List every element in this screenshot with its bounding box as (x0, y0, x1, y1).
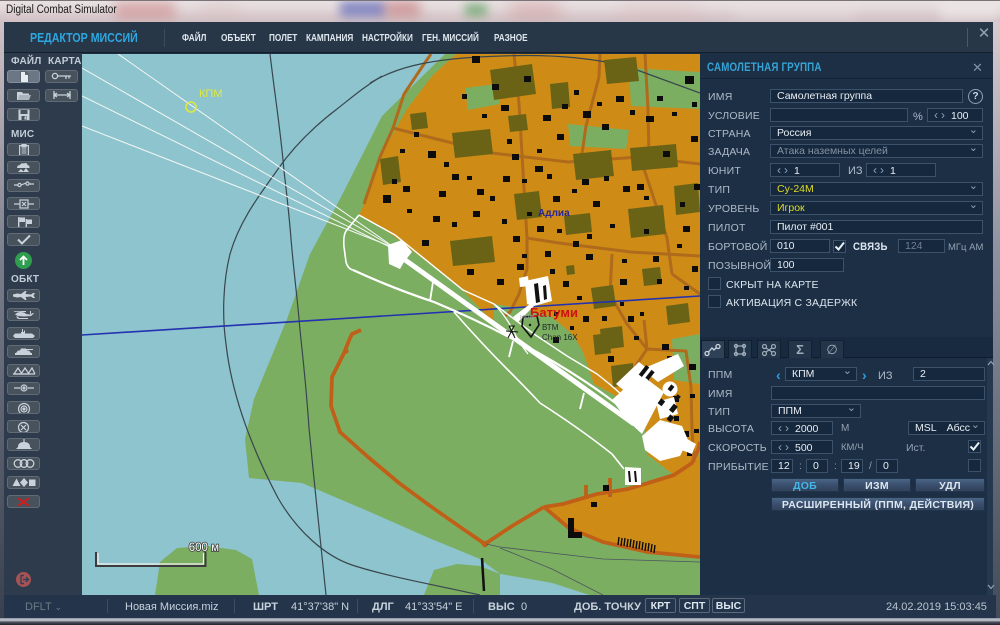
svg-text:ИРЛ: ИРЛ (520, 315, 534, 322)
svg-text:Chan 16X: Chan 16X (542, 333, 578, 342)
svg-text:КПМ: КПМ (199, 88, 222, 100)
svg-text:Батуми: Батуми (530, 305, 578, 320)
svg-text:ВТМ: ВТМ (542, 323, 559, 332)
svg-text:Адлиа: Адлиа (538, 208, 570, 219)
svg-text:600 м: 600 м (189, 542, 219, 554)
